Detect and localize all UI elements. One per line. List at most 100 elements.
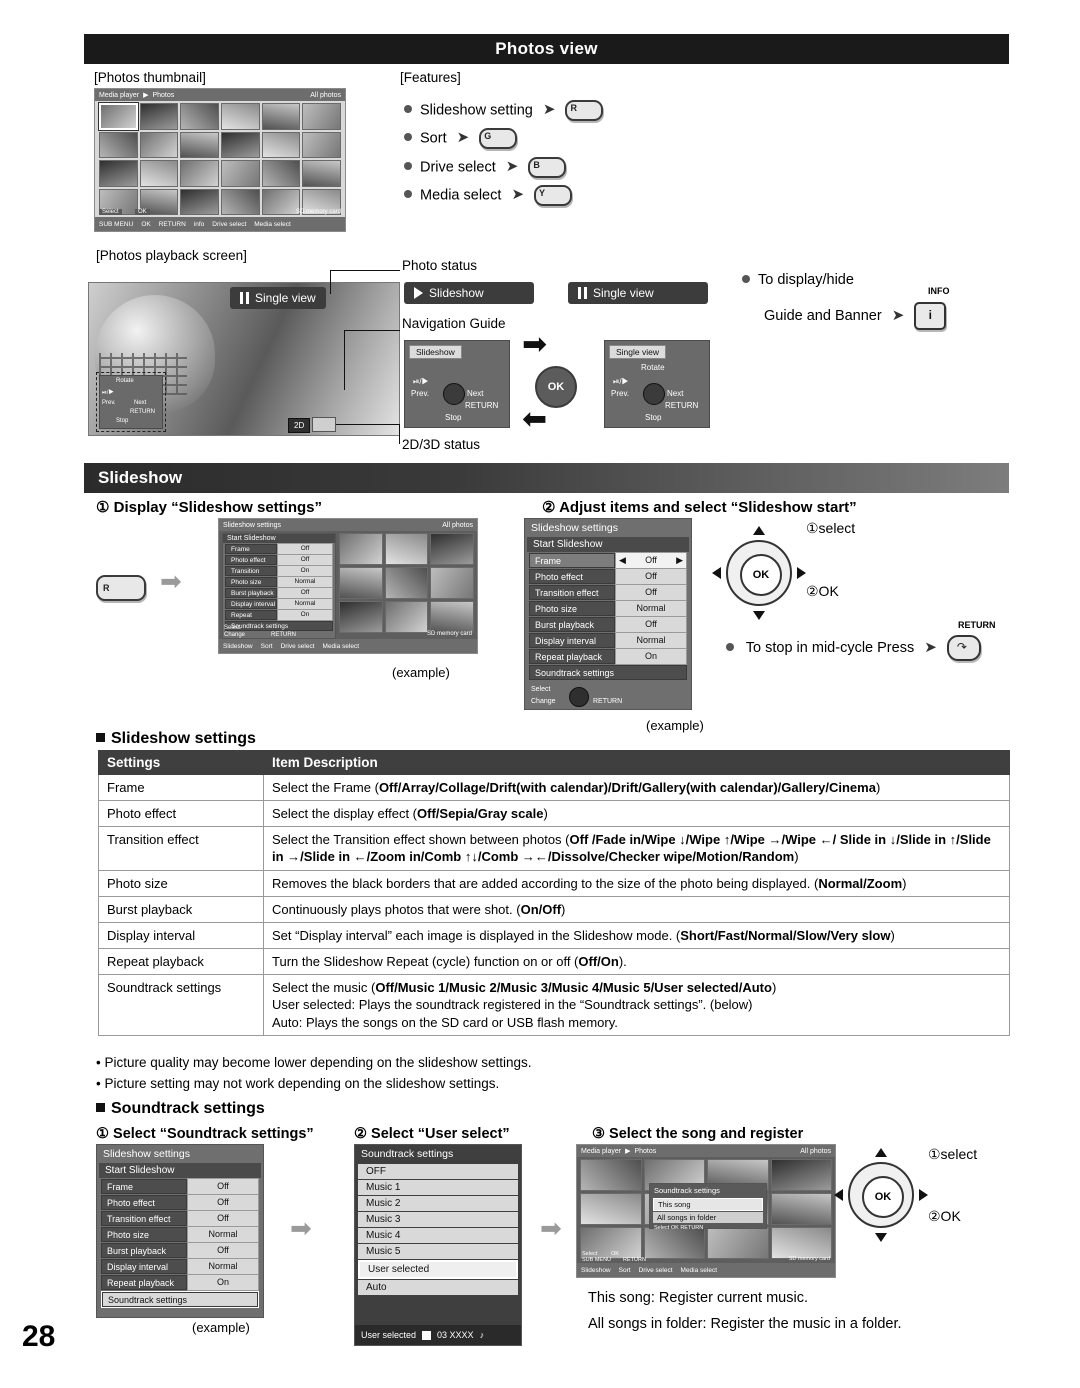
thumbnail-item[interactable] — [180, 131, 219, 158]
remote-button-yellow[interactable]: Y — [534, 185, 573, 206]
soundtrack-row-display-interval[interactable]: Display interval Normal — [101, 1258, 259, 1275]
step1-row-frame[interactable]: Frame Off — [225, 543, 333, 555]
left-arrow-icon[interactable]: ◀ — [619, 553, 626, 568]
soundtrack-row-soundtrack-settings[interactable]: Soundtrack settings — [101, 1291, 259, 1308]
step1-row-soundtrack-settings[interactable]: Soundtrack settings — [225, 621, 333, 631]
thumbnail-item[interactable] — [261, 131, 301, 158]
thumbnail-item[interactable] — [221, 188, 260, 215]
dpad-down-icon[interactable] — [875, 1233, 887, 1242]
thumbnail-item[interactable] — [384, 567, 429, 599]
soundtrack-option-music3[interactable]: Music 3 — [358, 1212, 518, 1227]
step2-row-soundtrack-settings[interactable]: Soundtrack settings — [529, 665, 687, 680]
thumbnail-item[interactable] — [221, 103, 260, 130]
soundtrack-option-music1[interactable]: Music 1 — [358, 1180, 518, 1195]
thumbnail-item[interactable] — [261, 160, 301, 187]
thumbnail-item[interactable] — [384, 601, 429, 633]
step1-row-burst-playback[interactable]: Burst playback Off — [225, 587, 333, 599]
soundtrack-menu-start[interactable]: Start Slideshow — [99, 1163, 261, 1178]
thumbnail-item[interactable] — [430, 567, 474, 599]
thumbnail-item[interactable] — [261, 103, 301, 130]
soundtrack-option-music5[interactable]: Music 5 — [358, 1244, 518, 1259]
thumbnail-item[interactable] — [430, 533, 474, 565]
step1-row-photo-effect[interactable]: Photo effect Off — [225, 554, 333, 566]
step1-menu-start[interactable]: Start Slideshow — [223, 534, 335, 543]
thumbnail-item[interactable] — [302, 131, 341, 158]
bottombar-media-select[interactable]: Media select — [681, 1267, 718, 1274]
soundtrack-row-burst-playback[interactable]: Burst playback Off — [101, 1242, 259, 1259]
step2-menu-start[interactable]: Start Slideshow — [527, 537, 689, 552]
bottombar-drive-select[interactable]: Drive select — [639, 1267, 673, 1274]
soundtrack-option-auto[interactable]: Auto — [358, 1280, 518, 1295]
step3-popup-this-song[interactable]: This song — [653, 1198, 763, 1211]
remote-button-blue[interactable]: B — [528, 157, 567, 178]
soundtrack-option-music4[interactable]: Music 4 — [358, 1228, 518, 1243]
soundtrack-option-user-selected[interactable]: User selected — [358, 1260, 518, 1279]
step1-row-display-interval[interactable]: Display interval Normal — [225, 598, 333, 610]
step2-row-photo-size[interactable]: Photo size Normal — [529, 600, 687, 617]
thumbnail-item[interactable] — [580, 1193, 642, 1225]
bottombar-submenu[interactable]: SUB MENU — [99, 221, 133, 228]
bottombar-slideshow[interactable]: Slideshow — [223, 643, 253, 650]
thumbnail-item[interactable] — [221, 160, 260, 187]
step1-row-photo-size[interactable]: Photo size Normal — [225, 576, 333, 588]
soundtrack-option-off[interactable]: OFF — [358, 1164, 518, 1179]
thumbnail-item[interactable] — [99, 160, 138, 187]
right-arrow-icon[interactable]: ▶ — [676, 553, 683, 568]
thumbnail-item[interactable] — [139, 103, 179, 130]
step1-row-repeat-playback[interactable]: Repeat playback On — [225, 609, 333, 629]
remote-button-green[interactable]: G — [479, 128, 518, 149]
thumbnail-item[interactable] — [770, 1227, 832, 1259]
remote-button-red[interactable]: R — [565, 100, 604, 121]
thumbnail-item[interactable] — [302, 160, 341, 187]
thumbnail-item[interactable] — [180, 188, 219, 215]
info-button[interactable]: i — [914, 302, 947, 330]
soundtrack-row-repeat-playback[interactable]: Repeat playback On — [101, 1274, 259, 1291]
step3-popup-all-songs[interactable]: All songs in folder — [653, 1212, 763, 1223]
bottombar-media-select[interactable]: Media select — [323, 643, 360, 650]
bottombar-drive-select[interactable]: Drive select — [212, 221, 246, 228]
step1-remote-button[interactable]: R — [96, 575, 146, 601]
step2-row-frame[interactable]: Frame ◀ Off ▶ — [529, 552, 687, 569]
ok-button-illustration[interactable]: OK — [535, 366, 577, 408]
step2-row-repeat-playback[interactable]: Repeat playback On — [529, 648, 687, 665]
dpad-right-icon[interactable] — [797, 567, 806, 579]
step2-row-transition-effect[interactable]: Transition effect Off — [529, 584, 687, 601]
dpad-left-icon[interactable] — [834, 1189, 843, 1201]
soundtrack-row-photo-size[interactable]: Photo size Normal — [101, 1226, 259, 1243]
step2-row-photo-effect[interactable]: Photo effect Off — [529, 568, 687, 585]
step1-row-transition-effect[interactable]: Transition effect On — [225, 565, 333, 585]
bottombar-ok[interactable]: OK — [141, 221, 150, 228]
bottombar-info[interactable]: info — [194, 221, 204, 228]
bottombar-media-select[interactable]: Media select — [254, 221, 291, 228]
thumbnail-item[interactable] — [139, 160, 179, 187]
bottombar-drive-select[interactable]: Drive select — [281, 643, 315, 650]
dpad-up-icon[interactable] — [875, 1148, 887, 1157]
thumbnail-item[interactable] — [261, 188, 301, 215]
dpad-up-icon[interactable] — [753, 526, 765, 535]
thumbnail-item[interactable] — [770, 1193, 832, 1225]
soundtrack-row-frame[interactable]: Frame Off — [101, 1178, 259, 1195]
thumbnail-item[interactable] — [430, 601, 474, 633]
thumbnail-item[interactable] — [302, 103, 341, 130]
soundtrack-dpad-illustration[interactable]: OK — [834, 1148, 928, 1242]
bottombar-sort[interactable]: Sort — [619, 1267, 631, 1274]
thumbnail-item[interactable] — [180, 103, 219, 130]
thumbnail-item[interactable] — [770, 1159, 832, 1191]
dpad-right-icon[interactable] — [919, 1189, 928, 1201]
bottombar-return[interactable]: RETURN — [159, 221, 186, 228]
dpad-ok-button[interactable]: OK — [740, 554, 782, 596]
soundtrack-row-transition-effect[interactable]: Transition effect Off — [101, 1210, 259, 1227]
step2-row-display-interval[interactable]: Display interval Normal — [529, 632, 687, 649]
bottombar-sort[interactable]: Sort — [261, 643, 273, 650]
soundtrack-row-photo-effect[interactable]: Photo effect Off — [101, 1194, 259, 1211]
soundtrack-option-music2[interactable]: Music 2 — [358, 1196, 518, 1211]
thumbnail-item[interactable] — [99, 131, 138, 158]
thumbnail-item[interactable] — [339, 601, 383, 633]
thumbnail-item[interactable] — [339, 533, 383, 565]
thumbnail-item[interactable] — [180, 160, 219, 187]
dpad-illustration[interactable]: OK — [712, 526, 806, 620]
step2-row-burst-playback[interactable]: Burst playback Off — [529, 616, 687, 633]
dpad-ok-button[interactable]: OK — [862, 1176, 904, 1218]
dpad-down-icon[interactable] — [753, 611, 765, 620]
thumbnail-item[interactable] — [221, 131, 260, 158]
